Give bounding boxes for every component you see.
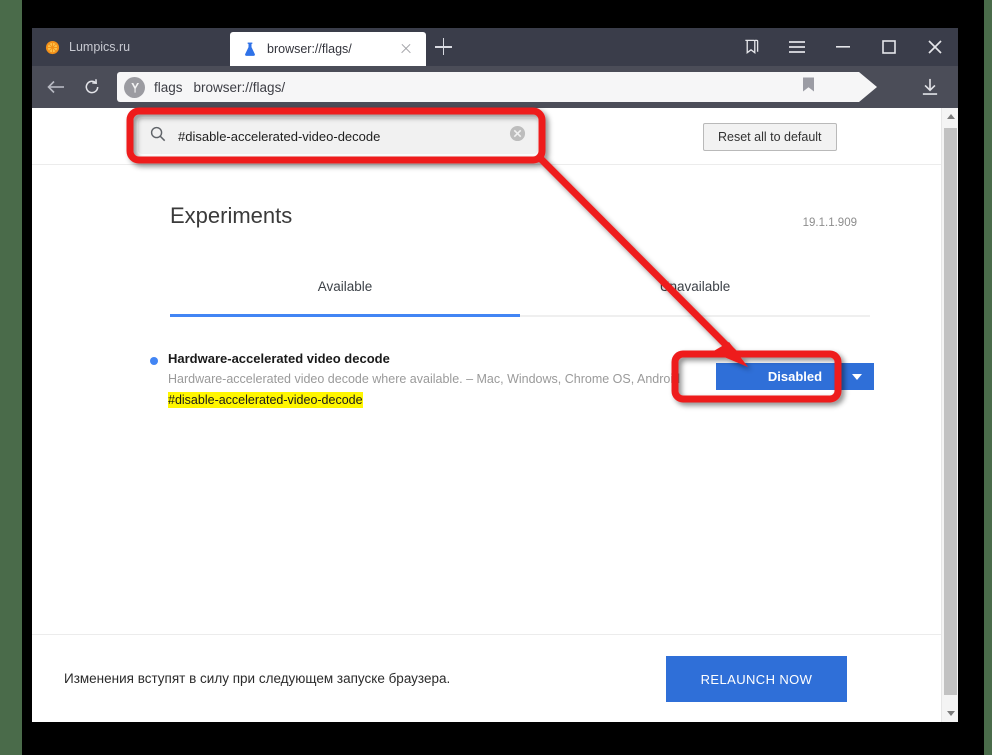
screenshot-root: Lumpics.ru browser://flags/ flags browse… xyxy=(0,0,992,755)
chevron-down-icon xyxy=(852,373,862,380)
yandex-y-icon xyxy=(124,77,145,98)
tab-title: Lumpics.ru xyxy=(69,40,131,54)
flag-title: Hardware-accelerated video decode xyxy=(168,351,390,366)
window-controls xyxy=(728,28,958,66)
page-viewport: #disable-accelerated-video-decode Reset … xyxy=(32,108,958,722)
tab-strip: Lumpics.ru browser://flags/ xyxy=(32,28,958,66)
relaunch-now-button[interactable]: RELAUNCH NOW xyxy=(666,656,847,702)
scrollbar-thumb[interactable] xyxy=(944,128,957,695)
flags-search-header: #disable-accelerated-video-decode Reset … xyxy=(32,108,941,165)
flags-tabs: Available Unavailable xyxy=(170,279,870,307)
scroll-down-arrow-icon[interactable] xyxy=(942,705,958,722)
download-icon[interactable] xyxy=(908,66,952,108)
search-input[interactable]: #disable-accelerated-video-decode xyxy=(138,118,538,154)
flask-favicon xyxy=(242,41,258,57)
close-icon[interactable] xyxy=(398,41,414,57)
tab-browser-flags[interactable]: browser://flags/ xyxy=(230,32,426,66)
clear-circle-icon[interactable] xyxy=(509,125,526,147)
tab-available[interactable]: Available xyxy=(170,279,520,307)
desktop-edge-left xyxy=(0,0,22,755)
reload-icon[interactable] xyxy=(74,66,110,108)
omnibox-site-label: flags xyxy=(154,79,183,95)
relaunch-message: Изменения вступят в силу при следующем з… xyxy=(64,671,451,686)
active-tab-indicator xyxy=(170,314,520,317)
flag-id: #disable-accelerated-video-decode xyxy=(168,392,363,408)
search-input-value: #disable-accelerated-video-decode xyxy=(178,128,381,144)
omnibox-url: browser://flags/ xyxy=(193,79,286,95)
orange-slice-favicon xyxy=(44,39,60,55)
scroll-up-arrow-icon[interactable] xyxy=(942,108,958,125)
relaunch-bar: Изменения вступят в силу при следующем з… xyxy=(32,634,941,722)
bookmark-icon[interactable] xyxy=(802,77,815,98)
back-arrow-icon[interactable] xyxy=(38,66,74,108)
flag-description: Hardware-accelerated video decode where … xyxy=(168,372,681,386)
page-scrollbar[interactable] xyxy=(941,108,958,722)
menu-icon[interactable] xyxy=(774,28,820,66)
navigation-toolbar: flags browser://flags/ xyxy=(32,66,958,108)
tab-unavailable[interactable]: Unavailable xyxy=(520,279,870,307)
flags-page: #disable-accelerated-video-decode Reset … xyxy=(32,108,941,722)
omnibox[interactable]: flags browser://flags/ xyxy=(117,72,877,102)
desktop-edge-right xyxy=(984,0,992,755)
new-tab-button[interactable] xyxy=(426,28,460,66)
flag-state-value: Disabled xyxy=(767,369,823,384)
close-icon[interactable] xyxy=(912,28,958,66)
collections-icon[interactable] xyxy=(728,28,774,66)
reset-all-to-default-button[interactable]: Reset all to default xyxy=(703,123,837,151)
flag-state-dropdown[interactable]: Disabled xyxy=(716,363,874,390)
browser-window: Lumpics.ru browser://flags/ flags browse… xyxy=(32,28,958,722)
flag-modified-bullet-icon xyxy=(150,357,158,365)
tab-lumpics[interactable]: Lumpics.ru xyxy=(32,28,230,66)
search-icon xyxy=(150,126,166,147)
minimize-icon[interactable] xyxy=(820,28,866,66)
tab-title: browser://flags/ xyxy=(267,42,352,56)
version-label: 19.1.1.909 xyxy=(802,217,857,229)
maximize-icon[interactable] xyxy=(866,28,912,66)
tabs-underline xyxy=(170,314,870,317)
page-title: Experiments xyxy=(170,203,293,228)
